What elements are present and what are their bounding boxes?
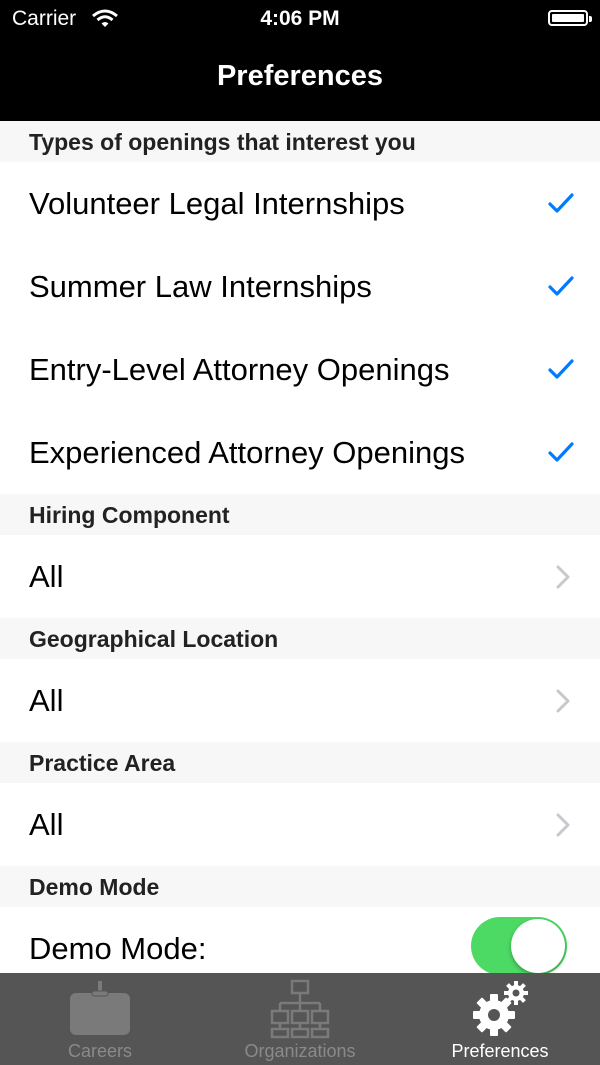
opening-row-experienced[interactable]: Experienced Attorney Openings	[0, 411, 600, 494]
opening-row-volunteer[interactable]: Volunteer Legal Internships	[0, 162, 600, 245]
tab-careers[interactable]: Careers	[0, 973, 200, 1065]
tab-label: Careers	[67, 1041, 133, 1061]
geographical-location-value: All	[29, 683, 64, 718]
tab-preferences[interactable]: Preferences	[400, 973, 600, 1065]
gears-icon	[468, 979, 532, 1044]
tab-bar: Careers Organizations Preferences	[0, 973, 600, 1065]
opening-label: Entry-Level Attorney Openings	[29, 352, 450, 387]
section-header-geographical-location: Geographical Location	[0, 618, 600, 659]
checkmark-icon	[548, 358, 574, 385]
checkmark-icon	[548, 441, 574, 468]
opening-row-entry-level[interactable]: Entry-Level Attorney Openings	[0, 328, 600, 411]
practice-area-row[interactable]: All	[0, 783, 600, 866]
practice-area-value: All	[29, 807, 64, 842]
tab-label: Preferences	[451, 1041, 549, 1061]
tab-label: Organizations	[244, 1041, 356, 1061]
preferences-table: Types of openings that interest you Volu…	[0, 121, 600, 973]
page-title: Preferences	[216, 60, 384, 92]
navigation-header: Carrier 4:06 PM Preferences	[0, 0, 600, 121]
toggle-knob	[511, 919, 565, 973]
checkmark-icon	[548, 192, 574, 219]
section-header-practice-area: Practice Area	[0, 742, 600, 783]
tab-organizations[interactable]: Organizations	[200, 973, 400, 1065]
status-bar: Carrier 4:06 PM	[0, 0, 600, 40]
demo-mode-toggle[interactable]	[471, 917, 567, 973]
geographical-location-row[interactable]: All	[0, 659, 600, 742]
briefcase-icon	[68, 979, 132, 1044]
demo-mode-row: Demo Mode:	[0, 907, 600, 973]
section-header-demo-mode: Demo Mode	[0, 866, 600, 907]
checkmark-icon	[548, 275, 574, 302]
opening-label: Volunteer Legal Internships	[29, 186, 405, 221]
demo-mode-label: Demo Mode:	[29, 931, 207, 966]
battery-icon	[548, 10, 592, 26]
status-time: 4:06 PM	[260, 7, 340, 30]
chevron-right-icon	[556, 813, 570, 842]
chevron-right-icon	[556, 689, 570, 718]
hiring-component-value: All	[29, 559, 64, 594]
opening-label: Summer Law Internships	[29, 269, 372, 304]
opening-label: Experienced Attorney Openings	[29, 435, 465, 470]
org-chart-icon	[268, 979, 332, 1044]
section-header-hiring-component: Hiring Component	[0, 494, 600, 535]
section-header-openings: Types of openings that interest you	[0, 121, 600, 162]
hiring-component-row[interactable]: All	[0, 535, 600, 618]
opening-row-summer[interactable]: Summer Law Internships	[0, 245, 600, 328]
chevron-right-icon	[556, 565, 570, 594]
